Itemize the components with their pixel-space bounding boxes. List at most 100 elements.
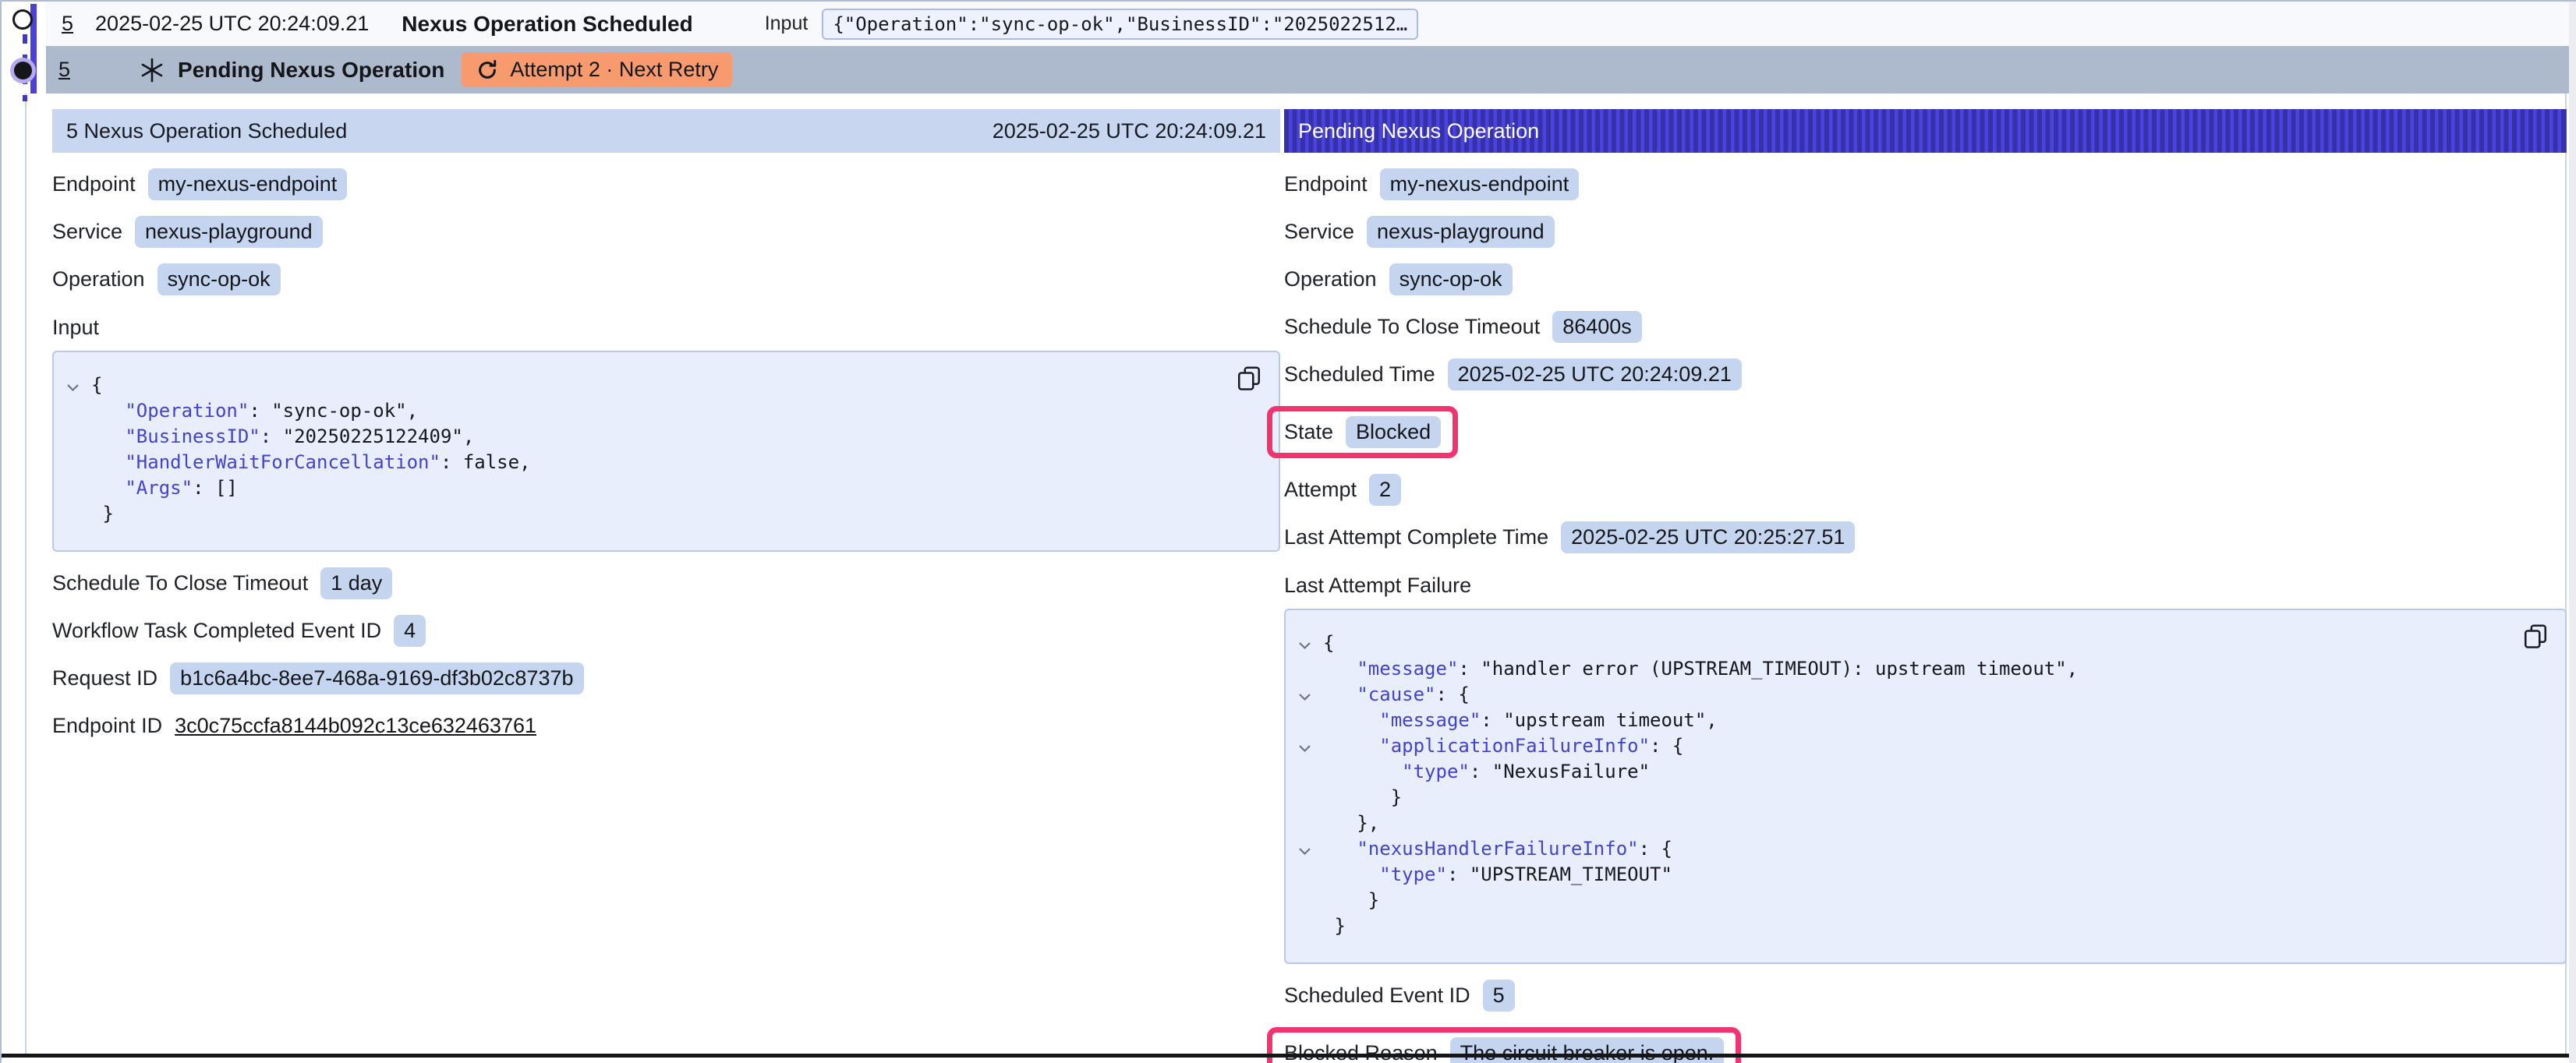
code-text: }, xyxy=(1323,810,1379,836)
field-value-badge: 1 day xyxy=(320,567,392,599)
json-text: : "handler error (UPSTREAM_TIMEOUT): ups… xyxy=(1458,658,2078,680)
event-row-scheduled[interactable]: 5 2025-02-25 UTC 20:24:09.21 Nexus Opera… xyxy=(46,2,2569,46)
field-blocked-reason: Blocked Reason The circuit breaker is ope… xyxy=(1284,1027,2567,1063)
code-line: "HandlerWaitForCancellation": false, xyxy=(54,450,1232,475)
code-gutter xyxy=(1286,759,1323,785)
field-label: Schedule To Close Timeout xyxy=(52,571,308,595)
field-value-badge: nexus-playground xyxy=(135,216,323,248)
retry-badge-label: Attempt 2 · Next Retry xyxy=(510,58,718,82)
field-value-badge: The circuit breaker is open. xyxy=(1450,1037,1725,1063)
json-key: "Operation" xyxy=(125,400,249,422)
field-scheduled-event-id: Scheduled Event ID5 xyxy=(1284,980,2567,1012)
pending-id-link[interactable]: 5 xyxy=(58,58,70,82)
json-text: { xyxy=(1323,632,1334,654)
code-line: } xyxy=(1286,888,2518,913)
field-label: Operation xyxy=(52,267,145,291)
timeline-event-dot-icon[interactable] xyxy=(12,9,33,30)
code-line: "Operation": "sync-op-ok", xyxy=(54,398,1232,424)
scheduled-panel-timestamp: 2025-02-25 UTC 20:24:09.21 xyxy=(993,119,1266,143)
code-text: "Args": [] xyxy=(91,475,238,501)
event-timestamp: 2025-02-25 UTC 20:24:09.21 xyxy=(95,12,369,36)
code-text: } xyxy=(1323,913,1346,939)
highlight-box: Blocked Reason The circuit breaker is ope… xyxy=(1267,1027,1741,1063)
retry-badge[interactable]: Attempt 2 · Next Retry xyxy=(462,52,732,87)
field-state: StateBlocked xyxy=(1284,406,2567,458)
json-text: : { xyxy=(1436,683,1470,705)
json-text: } xyxy=(102,503,113,524)
json-text: : "upstream timeout", xyxy=(1481,709,1717,731)
field-label: Endpoint xyxy=(1284,172,1368,196)
field-endpoint: Endpoint my-nexus-endpoint xyxy=(1284,168,2567,200)
json-key: "cause" xyxy=(1357,683,1435,705)
code-gutter xyxy=(1286,785,1323,810)
field-operation: Operation sync-op-ok xyxy=(52,263,1280,295)
collapse-chevron-icon[interactable] xyxy=(1286,836,1323,862)
json-text: : "20250225122409", xyxy=(260,426,475,447)
code-line: } xyxy=(1286,785,2518,810)
pending-asterisk-icon xyxy=(139,57,165,83)
json-text: : { xyxy=(1650,735,1683,757)
code-line: "message": "handler error (UPSTREAM_TIME… xyxy=(1286,656,2518,682)
copy-icon[interactable] xyxy=(2521,623,2549,651)
code-text: "applicationFailureInfo": { xyxy=(1323,733,1683,759)
event-input-preview[interactable]: {"Operation":"sync-op-ok","BusinessID":"… xyxy=(822,9,1418,40)
code-gutter xyxy=(1286,810,1323,836)
code-gutter xyxy=(54,501,91,527)
code-gutter xyxy=(1286,656,1323,682)
code-line: } xyxy=(54,501,1232,527)
field-endpoint-id: Endpoint ID3c0c75ccfa8144b092c13ce632463… xyxy=(52,710,1280,742)
json-text: } xyxy=(1334,915,1345,937)
field-value-badge: sync-op-ok xyxy=(1389,263,1513,295)
code-line: "message": "upstream timeout", xyxy=(1286,708,2518,733)
json-text: : "NexusFailure" xyxy=(1470,761,1650,782)
code-line: } xyxy=(1286,913,2518,939)
json-text: : "UPSTREAM_TIMEOUT" xyxy=(1447,863,1672,885)
json-text: { xyxy=(91,374,102,396)
code-line: "applicationFailureInfo": { xyxy=(1286,733,2518,759)
field-value-link[interactable]: 3c0c75ccfa8144b092c13ce632463761 xyxy=(175,714,536,738)
code-text: "message": "upstream timeout", xyxy=(1323,708,1718,733)
json-text: : [] xyxy=(193,477,238,499)
json-key: "type" xyxy=(1402,761,1470,782)
field-label: Endpoint xyxy=(52,172,136,196)
json-text: : "sync-op-ok", xyxy=(249,400,418,422)
json-text: } xyxy=(1391,786,1402,808)
collapse-chevron-icon[interactable] xyxy=(1286,733,1323,759)
json-text: } xyxy=(1368,889,1379,911)
collapse-chevron-icon[interactable] xyxy=(1286,630,1323,656)
json-key: "message" xyxy=(1379,709,1481,731)
scrollbar[interactable] xyxy=(2569,2,2576,1063)
code-line: "type": "UPSTREAM_TIMEOUT" xyxy=(1286,862,2518,888)
field-value-badge: 86400s xyxy=(1552,311,1642,343)
json-key: "nexusHandlerFailureInfo" xyxy=(1357,838,1638,860)
highlight-box: StateBlocked xyxy=(1267,406,1458,458)
code-line: "type": "NexusFailure" xyxy=(1286,759,2518,785)
field-scheduled-time: Scheduled Time2025-02-25 UTC 20:24:09.21 xyxy=(1284,358,2567,390)
pending-operation-panel: Pending Nexus Operation Endpoint my-nexus… xyxy=(1284,109,2567,1063)
code-text: "BusinessID": "20250225122409", xyxy=(91,424,474,450)
code-text: { xyxy=(91,373,102,398)
pending-fields-bottom: Scheduled Event ID5 Blocked Reason The cir… xyxy=(1284,980,2567,1063)
field-value-badge: Blocked xyxy=(1346,416,1441,448)
event-id-link[interactable]: 5 xyxy=(62,12,73,36)
code-line: "nexusHandlerFailureInfo": { xyxy=(1286,836,2518,862)
field-label: Service xyxy=(52,220,122,244)
field-label: Request ID xyxy=(52,666,157,690)
workflow-history-view: 5 2025-02-25 UTC 20:24:09.21 Nexus Opera… xyxy=(0,0,2576,1063)
scheduled-fields-bottom: Schedule To Close Timeout1 dayWorkflow T… xyxy=(52,567,1280,742)
collapse-chevron-icon[interactable] xyxy=(1286,682,1323,708)
pending-panel-title: Pending Nexus Operation xyxy=(1298,119,1539,143)
field-label: Last Attempt Complete Time xyxy=(1284,525,1548,549)
pending-operation-row[interactable]: 5 Pending Nexus Operation Attempt 2 · Ne… xyxy=(46,46,2571,94)
input-section-label: Input xyxy=(52,316,1280,340)
timeline-pending-dot-icon[interactable] xyxy=(14,62,32,79)
field-label: Blocked Reason xyxy=(1284,1041,1438,1063)
field-value-badge: my-nexus-endpoint xyxy=(1380,168,1580,200)
field-service: Service nexus-playground xyxy=(52,216,1280,248)
collapse-chevron-icon[interactable] xyxy=(54,373,91,398)
field-value-badge: sync-op-ok xyxy=(157,263,281,295)
copy-icon[interactable] xyxy=(1235,365,1263,393)
code-text: "message": "handler error (UPSTREAM_TIME… xyxy=(1323,656,2078,682)
field-label: Attempt xyxy=(1284,478,1357,502)
code-line: "cause": { xyxy=(1286,682,2518,708)
